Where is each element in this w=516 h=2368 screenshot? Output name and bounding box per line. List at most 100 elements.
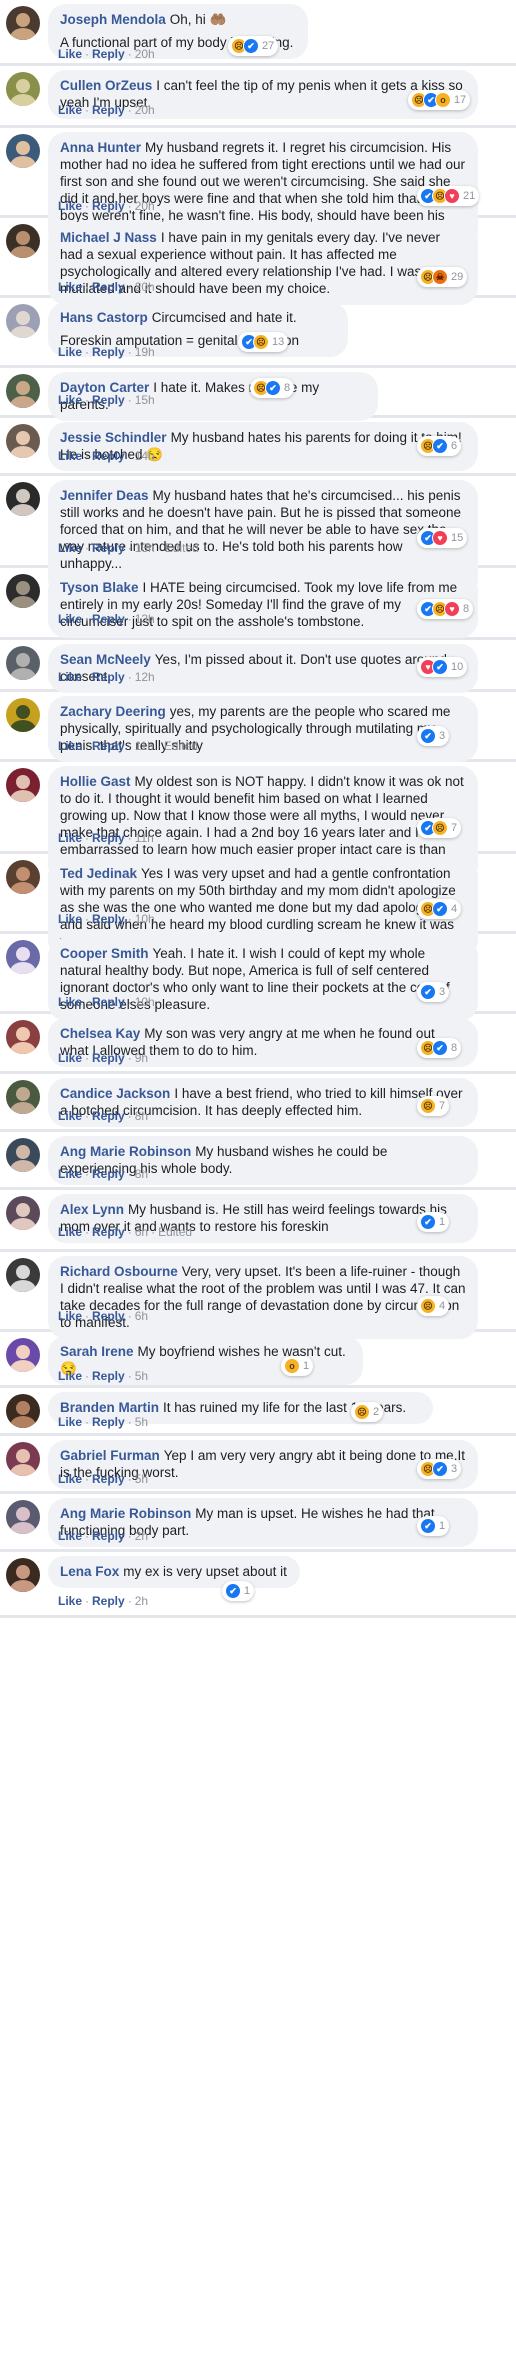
reply-button[interactable]: Reply: [92, 280, 125, 294]
reply-button[interactable]: Reply: [92, 995, 125, 1009]
avatar[interactable]: [6, 482, 40, 516]
reaction-summary[interactable]: ☹ ✔ 27: [228, 36, 279, 56]
reaction-summary[interactable]: ✔ ☹ 13: [238, 332, 289, 352]
like-button[interactable]: Like: [58, 103, 82, 117]
timestamp[interactable]: 8h: [135, 1167, 148, 1181]
avatar[interactable]: [6, 1500, 40, 1534]
reaction-summary[interactable]: ✔ 3: [417, 982, 450, 1002]
like-button[interactable]: Like: [58, 449, 82, 463]
reaction-summary[interactable]: ☹ ✔ 4: [417, 899, 462, 919]
timestamp[interactable]: 10h: [135, 995, 155, 1009]
reaction-summary[interactable]: ✔ 1: [222, 1581, 255, 1601]
reply-button[interactable]: Reply: [92, 541, 125, 555]
reply-button[interactable]: Reply: [92, 1167, 125, 1181]
reaction-summary[interactable]: ✔ 1: [417, 1212, 450, 1232]
commenter-name-link[interactable]: Zachary Deering: [60, 704, 166, 719]
commenter-name-link[interactable]: Ted Jedinak: [60, 866, 137, 881]
timestamp[interactable]: 14h: [135, 449, 155, 463]
reaction-summary[interactable]: ✔ 3: [417, 726, 450, 746]
timestamp[interactable]: 13h: [135, 541, 155, 555]
like-button[interactable]: Like: [58, 1167, 82, 1181]
timestamp[interactable]: 20h: [135, 103, 155, 117]
reply-button[interactable]: Reply: [92, 1594, 125, 1608]
avatar[interactable]: [6, 134, 40, 168]
avatar[interactable]: [6, 1258, 40, 1292]
reaction-summary[interactable]: ✔ ☹ ♥ 8: [417, 599, 474, 619]
avatar[interactable]: [6, 1196, 40, 1230]
commenter-name-link[interactable]: Richard Osbourne: [60, 1264, 178, 1279]
avatar[interactable]: [6, 574, 40, 608]
reaction-summary[interactable]: ☹ 7: [417, 1096, 450, 1116]
like-button[interactable]: Like: [58, 541, 82, 555]
timestamp[interactable]: 10h: [135, 912, 155, 926]
edited-label[interactable]: Edited: [165, 541, 199, 555]
timestamp[interactable]: 5h: [135, 1369, 148, 1383]
timestamp[interactable]: 11h: [135, 739, 154, 753]
reaction-summary[interactable]: ♥ ✔ 10: [417, 657, 468, 677]
like-button[interactable]: Like: [58, 1369, 82, 1383]
like-button[interactable]: Like: [58, 1529, 82, 1543]
avatar[interactable]: [6, 1338, 40, 1372]
avatar[interactable]: [6, 646, 40, 680]
commenter-name-link[interactable]: Hans Castorp: [60, 310, 148, 325]
reply-button[interactable]: Reply: [92, 1109, 125, 1123]
avatar[interactable]: [6, 374, 40, 408]
commenter-name-link[interactable]: Anna Hunter: [60, 140, 141, 155]
commenter-name-link[interactable]: Tyson Blake: [60, 580, 139, 595]
like-button[interactable]: Like: [58, 612, 82, 626]
reply-button[interactable]: Reply: [92, 199, 125, 213]
reply-button[interactable]: Reply: [92, 912, 125, 926]
reply-button[interactable]: Reply: [92, 1225, 125, 1239]
commenter-name-link[interactable]: Candice Jackson: [60, 1086, 170, 1101]
commenter-name-link[interactable]: Alex Lynn: [60, 1202, 124, 1217]
timestamp[interactable]: 2h: [135, 1529, 148, 1543]
reaction-summary[interactable]: ☹ ✔ 8: [417, 1038, 462, 1058]
timestamp[interactable]: 6h: [135, 1309, 148, 1323]
like-button[interactable]: Like: [58, 1225, 82, 1239]
edited-label[interactable]: Edited: [164, 739, 198, 753]
avatar[interactable]: [6, 698, 40, 732]
reaction-summary[interactable]: ☹ 4: [417, 1296, 450, 1316]
reaction-summary[interactable]: ✔ ☹ ♥ 21: [417, 186, 480, 206]
like-button[interactable]: Like: [58, 1594, 82, 1608]
commenter-name-link[interactable]: Sarah Irene: [60, 1344, 134, 1359]
timestamp[interactable]: 15h: [135, 393, 155, 407]
reply-button[interactable]: Reply: [92, 1309, 125, 1323]
avatar[interactable]: [6, 72, 40, 106]
timestamp[interactable]: 11h: [135, 831, 154, 845]
like-button[interactable]: Like: [58, 1415, 82, 1429]
commenter-name-link[interactable]: Chelsea Kay: [60, 1026, 140, 1041]
commenter-name-link[interactable]: Cooper Smith: [60, 946, 149, 961]
like-button[interactable]: Like: [58, 912, 82, 926]
commenter-name-link[interactable]: Ang Marie Robinson: [60, 1506, 191, 1521]
avatar[interactable]: [6, 940, 40, 974]
commenter-name-link[interactable]: Hollie Gast: [60, 774, 131, 789]
avatar[interactable]: [6, 860, 40, 894]
like-button[interactable]: Like: [58, 1309, 82, 1323]
timestamp[interactable]: 6h: [135, 1225, 148, 1239]
reply-button[interactable]: Reply: [92, 612, 125, 626]
reply-button[interactable]: Reply: [92, 1415, 125, 1429]
avatar[interactable]: [6, 304, 40, 338]
reply-button[interactable]: Reply: [92, 47, 125, 61]
reaction-summary[interactable]: ☹ ☠ 29: [417, 267, 468, 287]
commenter-name-link[interactable]: Cullen OrZeus: [60, 78, 152, 93]
reply-button[interactable]: Reply: [92, 1051, 125, 1065]
avatar[interactable]: [6, 768, 40, 802]
commenter-name-link[interactable]: Lena Fox: [60, 1564, 119, 1579]
commenter-name-link[interactable]: Jessie Schindler: [60, 430, 167, 445]
avatar[interactable]: [6, 1080, 40, 1114]
timestamp[interactable]: 20h: [135, 199, 155, 213]
reaction-summary[interactable]: ☹ ✔ 6: [417, 436, 462, 456]
commenter-name-link[interactable]: Sean McNeely: [60, 652, 151, 667]
reaction-summary[interactable]: o1: [281, 1356, 314, 1376]
avatar[interactable]: [6, 424, 40, 458]
like-button[interactable]: Like: [58, 393, 82, 407]
timestamp[interactable]: 12h: [135, 670, 155, 684]
reply-button[interactable]: Reply: [92, 831, 125, 845]
reply-button[interactable]: Reply: [92, 739, 125, 753]
reply-button[interactable]: Reply: [92, 345, 125, 359]
timestamp[interactable]: 5h: [135, 1472, 148, 1486]
like-button[interactable]: Like: [58, 670, 82, 684]
timestamp[interactable]: 8h: [135, 1109, 148, 1123]
